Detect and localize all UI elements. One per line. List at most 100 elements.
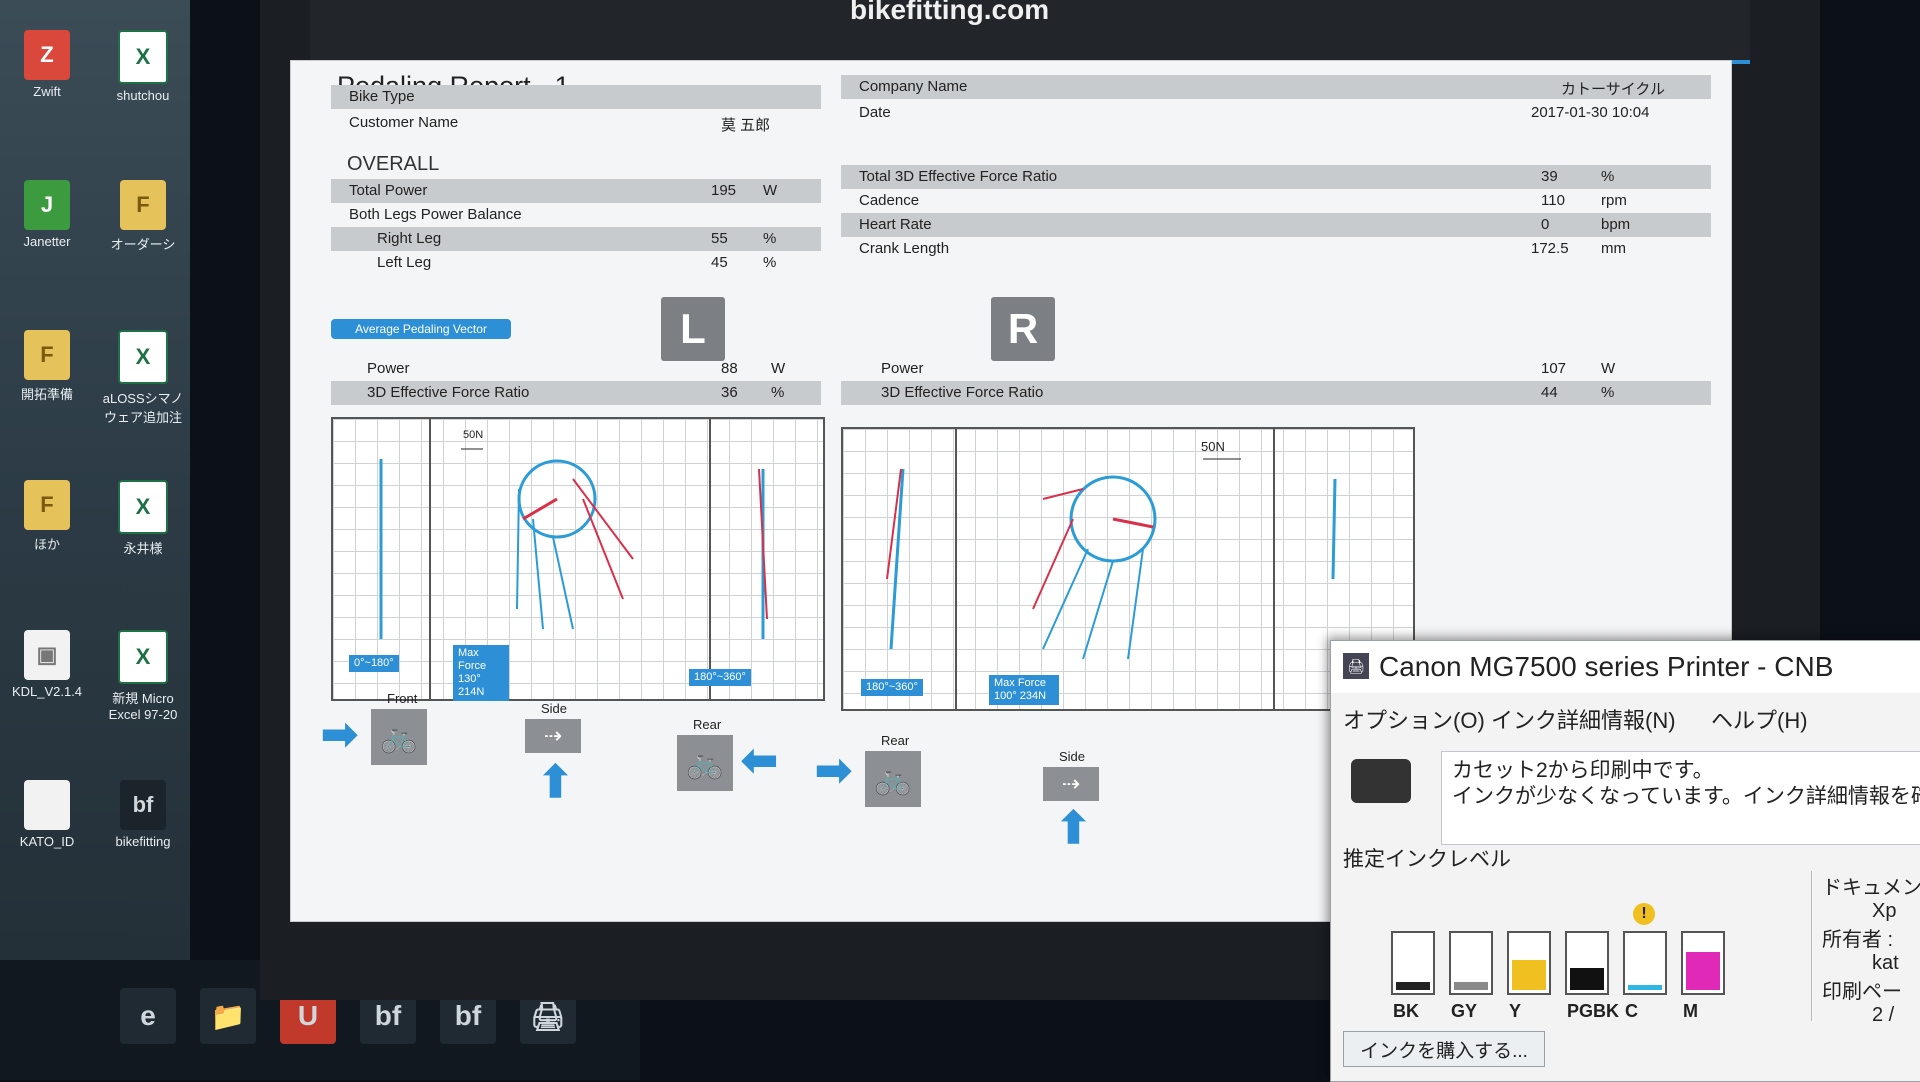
- desktop-icon[interactable]: ▣ KDL_V2.1.4: [4, 630, 90, 699]
- left-front-arrow-icon: ➡: [321, 710, 358, 759]
- bike-type-label: Bike Type: [349, 88, 415, 105]
- customer-row: Customer Name 莫 五郎: [331, 111, 821, 135]
- date-label: Date: [859, 104, 891, 121]
- crank-unit: mm: [1601, 240, 1626, 257]
- right-side-bike-icon[interactable]: ⇢: [1043, 767, 1099, 801]
- right-rear-bike-icon[interactable]: 🚲: [865, 751, 921, 807]
- desktop-icon[interactable]: J Janetter: [4, 180, 90, 249]
- site-title: bikefitting.com: [850, 0, 1050, 25]
- left-ratio-value: 36: [721, 384, 738, 401]
- desktop-icon-glyph: Z: [24, 30, 70, 80]
- printer-status-window: 🖨 Canon MG7500 series Printer - CNB オプショ…: [1330, 640, 1920, 1082]
- ink-fill: [1686, 952, 1720, 990]
- desktop-icon[interactable]: Z Zwift: [4, 30, 90, 99]
- right-power-value: 107: [1541, 360, 1567, 377]
- ink-label: GY: [1451, 1001, 1478, 1021]
- right-maxforce-value: 100° 234N: [994, 690, 1047, 702]
- ink-label: Y: [1509, 1001, 1522, 1021]
- print-job-info: ドキュメン Xp 所有者 : kat 印刷ペー 2 /: [1811, 871, 1920, 1026]
- left-range-2-label: 180°~360°: [689, 669, 751, 686]
- printer-title-bar: 🖨 Canon MG7500 series Printer - CNB: [1331, 641, 1920, 693]
- doc-label: ドキュメン: [1822, 877, 1920, 899]
- ink-tank-pgbk: [1565, 931, 1609, 995]
- desktop-icon[interactable]: Xshutchou: [100, 30, 186, 103]
- left-maxforce-label: Max Force 130° 214N: [453, 645, 509, 701]
- left-leg-value: 45: [711, 254, 728, 271]
- desktop-icon-glyph: X: [118, 630, 168, 684]
- desktop-icon[interactable]: F オーダーシ: [100, 180, 186, 253]
- left-leg-unit: %: [763, 254, 777, 271]
- left-scale-label: 50N: [463, 429, 484, 441]
- right-crank-line: [1112, 517, 1154, 529]
- left-range-1-label: 0°~180°: [349, 655, 399, 672]
- pages-label: 印刷ペー: [1822, 981, 1902, 1003]
- desktop-icon[interactable]: KATO_ID: [4, 780, 90, 849]
- customer-value: 莫 五郎: [721, 117, 771, 134]
- menu-options[interactable]: オプション(O): [1343, 703, 1485, 735]
- left-side-bike-icon[interactable]: ⇢: [525, 719, 581, 753]
- right-power-row: Power 107 W: [841, 357, 1711, 381]
- customer-label: Customer Name: [349, 114, 459, 131]
- hr-unit: bpm: [1601, 216, 1631, 233]
- hr-row: Heart Rate 0 bpm: [841, 213, 1711, 237]
- menu-ink-details[interactable]: インク詳細情報(N): [1491, 703, 1676, 735]
- desktop-icon-glyph: F: [120, 180, 166, 230]
- left-maxforce-title: Max Force: [458, 647, 487, 672]
- buy-ink-button[interactable]: インクを購入する...: [1343, 1031, 1545, 1067]
- desktop-icon-label: 永井様: [123, 541, 163, 556]
- printer-message-line-2: インクが少なくなっています。インク詳細情報を確認: [1452, 785, 1920, 808]
- desktop-icon[interactable]: F ほか: [4, 480, 90, 553]
- desktop-icon[interactable]: XaLOSSシマノ ウェア追加注: [100, 330, 186, 426]
- left-side-vector-d: [552, 536, 574, 630]
- printer-message-line-1: カセット2から印刷中です。: [1452, 759, 1714, 782]
- right-view-rear-label: Rear: [881, 733, 910, 748]
- pages-value: 2 /: [1872, 1004, 1895, 1026]
- desktop-icon[interactable]: bf bikefitting: [100, 780, 186, 849]
- right-range-1-label: 180°~360°: [861, 679, 923, 696]
- company-label: Company Name: [859, 78, 968, 95]
- left-ratio-row: 3D Effective Force Ratio 36 %: [331, 381, 821, 405]
- average-pedaling-vector-button[interactable]: Average Pedaling Vector: [331, 319, 511, 339]
- hr-label: Heart Rate: [859, 216, 932, 233]
- ink-level-label: 推定インクレベル: [1343, 848, 1511, 871]
- left-power-value: 88: [721, 360, 738, 377]
- ink-label: PGBK: [1567, 1001, 1620, 1021]
- right-view-side-label: Side: [1059, 749, 1086, 764]
- ink-label: C: [1625, 1001, 1638, 1021]
- left-view-front-label: Front: [387, 691, 418, 706]
- desktop-icon[interactable]: X 永井様: [100, 480, 186, 557]
- ink-label: M: [1683, 1001, 1698, 1021]
- desktop-icon-label: bikefitting: [115, 834, 171, 849]
- right-vector-arrows: [886, 458, 1337, 660]
- ink-tank-gy: [1449, 931, 1493, 995]
- right-ratio-row: 3D Effective Force Ratio 44 %: [841, 381, 1711, 405]
- taskbar-button[interactable]: e: [120, 988, 176, 1044]
- taskbar-button[interactable]: 📁: [200, 988, 256, 1044]
- left-front-bike-icon[interactable]: 🚲: [371, 709, 427, 765]
- desktop-icon[interactable]: F 開拓準備: [4, 330, 90, 403]
- desktop-icon-glyph: F: [24, 330, 70, 380]
- right-ratio-label: 3D Effective Force Ratio: [881, 384, 1044, 401]
- left-side-vector-c: [532, 518, 544, 630]
- desktop-icon-glyph: X: [118, 330, 168, 384]
- left-crank-line: [522, 497, 558, 521]
- cadence-row: Cadence 110 rpm: [841, 189, 1711, 213]
- desktop-icon-glyph: [24, 780, 70, 830]
- ink-tank-bk: [1391, 931, 1435, 995]
- desktop-icon-label: shutchou: [116, 88, 170, 103]
- menu-help[interactable]: ヘルプ(H): [1711, 703, 1808, 735]
- left-power-row: Power 88 W: [331, 357, 821, 381]
- ink-tank-y: [1507, 931, 1551, 995]
- left-ratio-unit: %: [771, 384, 785, 401]
- cadence-value: 110: [1541, 192, 1565, 209]
- left-power-label: Power: [367, 360, 410, 377]
- desktop-icon-glyph: X: [118, 480, 168, 534]
- date-value: 2017-01-30 10:04: [1531, 104, 1650, 121]
- left-rear-bike-icon[interactable]: 🚲: [677, 735, 733, 791]
- warning-icon: !: [1633, 903, 1655, 925]
- right-rear-arrow-icon: ➡: [815, 746, 852, 795]
- right-rear-vector: [1331, 478, 1337, 580]
- right-leg-row: Right Leg 55 %: [331, 227, 821, 251]
- ink-fill: [1396, 982, 1430, 990]
- desktop-icon[interactable]: X 新規 Micro Excel 97-20: [100, 630, 186, 722]
